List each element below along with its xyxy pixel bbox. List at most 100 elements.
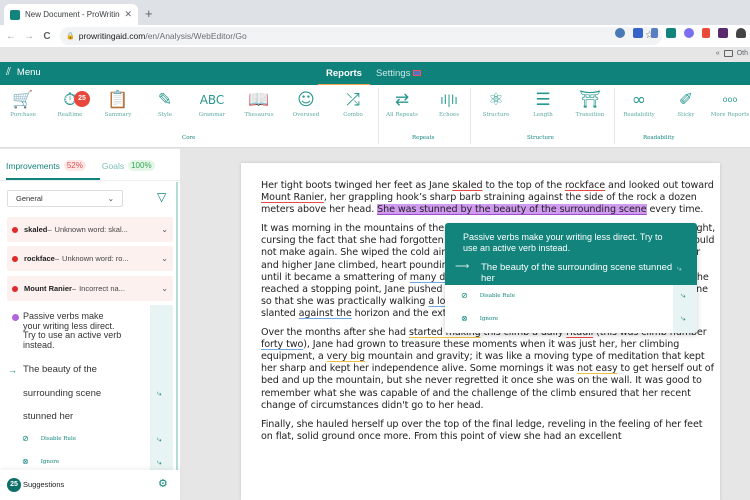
apply-disable-icon[interactable]: ⤷ <box>681 291 685 301</box>
extension-icon-7[interactable] <box>718 28 728 38</box>
popup-disable-rule-button[interactable]: ⊘ Disable Rule <box>461 291 515 300</box>
card-suggestion-line[interactable]: The beauty of the <box>23 364 133 375</box>
tool-readability[interactable]: ∞ Readability <box>617 88 661 118</box>
glue-icon: ✐ <box>678 90 694 110</box>
filter-icon[interactable]: ▽ <box>157 190 166 204</box>
chevron-down-icon: ⌄ <box>107 194 114 203</box>
gear-icon[interactable]: ⚙ <box>158 477 168 490</box>
style-issue[interactable]: not easy <box>577 363 618 374</box>
sidebar-scrollbar[interactable] <box>176 182 178 472</box>
tool-label: Readability <box>623 112 655 118</box>
tool-grammar[interactable]: ABC Grammar <box>190 88 234 118</box>
disable-rule-label: Disable Rule <box>479 292 515 299</box>
disable-rule-button[interactable]: ⊘ Disable Rule <box>22 434 76 443</box>
reports-toolbar: 🛒 Purchase ⏱ 25 Realtime 📋 Summary ✎ Style ABC Gra… <box>0 85 750 148</box>
apply-suggestion-icon[interactable]: ⤷ <box>157 389 161 399</box>
tool-style[interactable]: ✎ Style <box>143 88 187 118</box>
reload-icon[interactable]: C <box>38 31 56 42</box>
repeat-arrows-icon: ⇄ <box>394 90 410 110</box>
extension-icon-5[interactable] <box>684 28 694 38</box>
issue-item[interactable]: rockface – Unknown word: ro... ⌄ <box>7 246 173 271</box>
tool-purchase[interactable]: 🛒 Purchase <box>1 88 45 118</box>
popup-ignore-button[interactable]: ⊗ Ignore <box>461 314 498 323</box>
chevron-down-icon[interactable]: ⌄ <box>161 254 168 263</box>
popup-suggestion[interactable]: The beauty of the surrounding scene stun… <box>481 262 681 284</box>
tool-overused[interactable]: ☺ Overused <box>284 88 328 118</box>
apply-ignore-icon[interactable]: ⤷ <box>157 458 161 468</box>
url-path: /en/Analysis/WebEditor/Go <box>145 31 247 41</box>
prowritingaid-extension-icon[interactable] <box>666 28 676 38</box>
tool-label: Sticky <box>677 112 695 118</box>
arrow-right-icon: → <box>8 365 17 375</box>
spelling-dot-icon <box>12 285 18 292</box>
tool-all-repeats[interactable]: ⇄ All Repeats <box>380 88 424 118</box>
menu-button[interactable]: ⫽ Menu <box>6 66 41 79</box>
pen-icon: ✎ <box>157 90 173 110</box>
extension-icon-1[interactable] <box>615 28 625 38</box>
spelling-error[interactable]: skaled <box>452 180 482 191</box>
suggestions-label[interactable]: Suggestions <box>23 480 64 489</box>
address-bar-ext[interactable] <box>180 27 662 45</box>
disable-rule-label: Disable Rule <box>40 435 76 442</box>
goals-score-badge: 100% <box>128 160 155 171</box>
tab-improvements[interactable]: Improvements <box>6 161 60 171</box>
card-suggestion-line[interactable]: surrounding scene <box>23 388 133 399</box>
forward-icon[interactable]: → <box>20 31 38 42</box>
grammar-issue[interactable]: forty two <box>261 339 303 350</box>
other-bookmarks[interactable]: Oth <box>737 50 748 57</box>
issue-item[interactable]: Mount Ranier – Incorrect na... ⌄ <box>7 276 173 301</box>
grammar-issue[interactable]: against the <box>299 308 352 319</box>
extension-icon-2[interactable] <box>633 28 643 38</box>
tool-label: Combo <box>343 112 363 118</box>
close-tab-icon[interactable]: ✕ <box>124 9 132 20</box>
extensions-puzzle-icon[interactable] <box>736 28 746 38</box>
card-action-column <box>150 305 173 470</box>
new-tab-button[interactable]: + <box>145 6 153 21</box>
tool-echoes[interactable]: ıl|lı Echoes <box>427 88 471 118</box>
tool-sticky[interactable]: ✐ Sticky <box>664 88 708 118</box>
tool-more-reports[interactable]: ooo More Reports <box>708 88 750 118</box>
divider <box>470 88 471 144</box>
ignore-x-circle-icon: ⊗ <box>22 457 29 466</box>
group-label-readability: Readability <box>643 135 675 141</box>
apply-disable-icon[interactable]: ⤷ <box>157 435 161 445</box>
style-issue[interactable]: very big <box>327 351 365 362</box>
abc-check-icon: ABC <box>199 93 225 107</box>
category-select-value: General <box>16 194 43 203</box>
ignore-button[interactable]: ⊗ Ignore <box>22 457 59 466</box>
browser-tab[interactable]: New Document - ProWritingAid ✕ <box>4 4 138 25</box>
url-domain: prowritingaid.com <box>78 31 146 41</box>
eye-slash-icon: ⊘ <box>461 291 468 300</box>
tool-label: Structure <box>482 112 510 118</box>
chevron-down-icon[interactable]: ⌄ <box>161 284 168 293</box>
group-label-structure: Structure <box>527 135 554 141</box>
extension-icon-6[interactable] <box>702 28 710 38</box>
url-text[interactable]: 🔒 prowritingaid.com/en/Analysis/WebEdito… <box>60 27 247 45</box>
chevron-down-icon[interactable]: ⌄ <box>161 225 168 234</box>
apply-suggestion-icon[interactable]: ⤷ <box>677 264 681 274</box>
tool-structure[interactable]: ⚛ Structure <box>474 88 518 118</box>
tab-reports[interactable]: Reports <box>318 68 370 86</box>
tool-length[interactable]: ☰ Length <box>521 88 565 118</box>
tool-realtime[interactable]: ⏱ 25 Realtime <box>48 88 92 118</box>
sidebar-tabs: Improvements 52% Goals 100% <box>6 160 155 171</box>
category-select[interactable]: General ⌄ <box>7 190 123 207</box>
issue-item[interactable]: skaled – Unknown word: skal... ⌄ <box>7 217 173 242</box>
passive-voice-highlight[interactable]: She was stunned by the beauty of the sur… <box>377 204 647 216</box>
style-dot-icon <box>12 314 19 321</box>
spelling-error[interactable]: Mount Ranier <box>261 192 324 203</box>
apply-ignore-icon[interactable]: ⤷ <box>681 314 685 324</box>
tool-combo[interactable]: ⤮ Combo <box>331 88 375 118</box>
sleepy-face-icon: ☺ <box>297 90 315 110</box>
back-icon[interactable]: ← <box>2 31 20 42</box>
extension-icon-3[interactable] <box>651 28 658 38</box>
tool-transition[interactable]: ⛩ Transition <box>568 88 612 118</box>
tab-goals[interactable]: Goals <box>102 161 124 171</box>
bookmarks-overflow-icon[interactable]: « <box>716 50 720 57</box>
spelling-error[interactable]: rockface <box>565 180 605 191</box>
tool-thesaurus[interactable]: 📖 Thesaurus <box>237 88 281 118</box>
tool-summary[interactable]: 📋 Summary <box>96 88 140 118</box>
suggestions-count-badge: 25 <box>7 478 21 492</box>
tab-settings[interactable]: Settings <box>376 68 422 79</box>
card-suggestion-line[interactable]: stunned her <box>23 411 133 422</box>
